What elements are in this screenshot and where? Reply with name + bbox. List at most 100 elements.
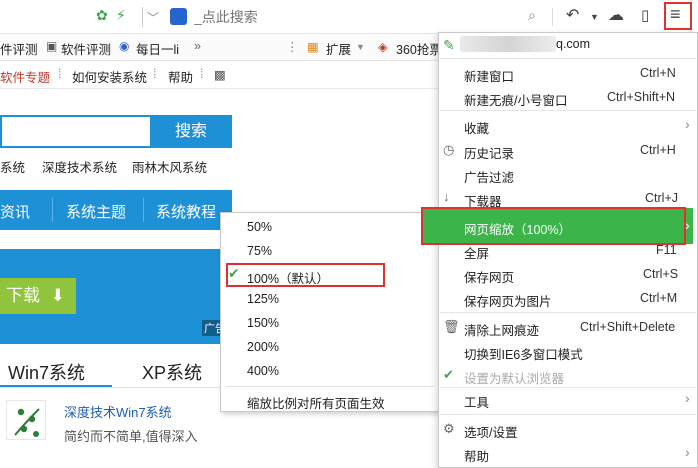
tab-xp[interactable]: XP系统	[142, 359, 202, 385]
menu-item-default-browser[interactable]: 设置为默认浏览器	[464, 368, 564, 387]
deepin-logo[interactable]	[6, 400, 46, 440]
phone-icon[interactable]: ▯	[641, 6, 649, 24]
zoom-option[interactable]: 50%	[247, 220, 272, 234]
menu-item-incognito[interactable]: 新建无痕/小号窗口	[464, 90, 567, 109]
search-tag[interactable]: 雨林木风系统	[132, 157, 207, 176]
ticket-icon: ◈	[378, 40, 388, 54]
chevron-right-icon: ›	[685, 116, 690, 132]
site-search-input[interactable]	[0, 115, 150, 148]
menu-item-save-image[interactable]: 保存网页为图片	[464, 291, 552, 310]
zoom-menu-separator	[226, 386, 434, 387]
zoom-apply-all-option[interactable]: 缩放比例对所有页面生效	[247, 393, 385, 412]
menu-shortcut: Ctrl+S	[643, 267, 679, 281]
bookmark-item[interactable]: 件评测	[0, 39, 38, 58]
menu-shortcut: Ctrl+Shift+Delete	[580, 320, 676, 334]
menu-shortcut: Ctrl+J	[645, 191, 678, 205]
zoom-option[interactable]: 75%	[247, 244, 272, 258]
search-tag[interactable]: 深度技术系统	[42, 157, 117, 176]
category-nav-item[interactable]: 系统教程	[156, 201, 216, 222]
list-item-subtitle: 简约而不简单,值得深入	[64, 429, 198, 444]
list-item-title[interactable]: 深度技术Win7系统	[64, 402, 172, 421]
menu-item-tools[interactable]: 工具	[464, 392, 489, 411]
menu-shortcut: Ctrl+H	[640, 143, 676, 157]
chevron-down-icon[interactable]: ﹀	[147, 9, 159, 26]
category-nav-separator	[52, 198, 53, 222]
clock-icon: ◷	[443, 142, 455, 157]
zoom-option[interactable]: 400%	[247, 364, 279, 378]
bookmark-item[interactable]: 软件评测	[61, 39, 111, 58]
download-arrow-icon: ⬇	[50, 286, 65, 305]
menu-item-ie6-mode[interactable]: 切换到IE6多窗口模式	[464, 344, 583, 363]
more-bookmarks-icon[interactable]: »	[194, 39, 201, 53]
menu-item-save-page[interactable]: 保存网页	[464, 267, 514, 286]
nav-separator: ⁞	[58, 67, 62, 81]
menu-shortcut: Ctrl+Shift+N	[607, 90, 676, 104]
menu-separator	[440, 387, 696, 388]
menu-shortcut: F11	[656, 243, 677, 257]
chevron-down-icon[interactable]: ▼	[356, 42, 365, 52]
trash-icon: 🗑	[443, 319, 460, 334]
address-separator	[142, 7, 143, 27]
menu-item-new-window[interactable]: 新建窗口	[464, 66, 514, 85]
undo-dropdown-icon[interactable]: ▼	[590, 12, 599, 22]
menu-item-clear-traces[interactable]: 清除上网痕迹	[464, 320, 539, 339]
account-icon[interactable]: ✎	[443, 37, 455, 54]
nav-help-link[interactable]: 帮助	[168, 67, 193, 86]
gear-icon: ⚙	[443, 421, 455, 436]
nav-separator: ⁞	[200, 67, 204, 81]
bookmark-item[interactable]: 每日一li	[136, 39, 179, 58]
search-tag[interactable]: 系统	[0, 157, 25, 176]
check-icon: ✔	[443, 367, 454, 382]
nav-install-link[interactable]: 如何安装系统	[72, 67, 147, 86]
extensions-icon: ▦	[307, 40, 319, 54]
search-icon[interactable]: ⌕	[528, 7, 536, 24]
bookmark-item[interactable]: 360抢票	[396, 39, 442, 58]
tab-win7[interactable]: Win7系统	[8, 359, 85, 385]
menu-separator	[440, 414, 696, 415]
zoom-option-annotation	[226, 263, 385, 287]
download-label: 下载	[6, 286, 40, 305]
menu-item-options[interactable]: 选项/设置	[464, 422, 517, 441]
nav-separator: ⁞	[153, 67, 157, 81]
account-domain[interactable]: q.com	[556, 37, 590, 51]
cloud-icon[interactable]: ☁	[608, 5, 624, 25]
menu-shortcut: Ctrl+N	[640, 66, 676, 80]
undo-icon[interactable]: ↶	[566, 5, 579, 25]
zoom-menu-annotation	[421, 207, 686, 245]
menu-item-history[interactable]: 历史记录	[464, 143, 514, 162]
nav-topic-link[interactable]: 软件专题	[0, 67, 50, 86]
bookmark-separator: ⋮	[286, 40, 299, 54]
zoom-option[interactable]: 200%	[247, 340, 279, 354]
menu-separator	[440, 312, 696, 313]
zoom-option[interactable]: 125%	[247, 292, 279, 306]
menu-item-help[interactable]: 帮助	[464, 446, 489, 465]
security-icon[interactable]: ✿	[96, 7, 108, 24]
qr-code-icon[interactable]: ▩	[214, 67, 226, 82]
menu-item-favorites[interactable]: 收藏	[464, 118, 489, 137]
download-button[interactable]: 下载 ⬇	[0, 278, 76, 314]
category-nav-item[interactable]: 资讯	[0, 201, 30, 222]
zoom-submenu	[220, 212, 440, 412]
category-nav-separator	[143, 198, 144, 222]
site-search-button[interactable]: 搜索	[150, 115, 232, 148]
download-icon: ↓	[443, 189, 450, 204]
zoom-option[interactable]: 150%	[247, 316, 279, 330]
search-input[interactable]	[194, 5, 574, 29]
account-name-blurred	[460, 36, 556, 52]
category-nav-item[interactable]: 系统主题	[66, 201, 126, 222]
chevron-right-icon: ›	[685, 390, 690, 406]
menu-item-fullscreen[interactable]: 全屏	[464, 243, 489, 262]
menu-shortcut: Ctrl+M	[640, 291, 678, 305]
menu-separator	[440, 58, 696, 59]
bookmark-icon: ▣	[46, 39, 58, 53]
toolbar-separator	[552, 8, 553, 26]
extensions-button[interactable]: 扩展	[326, 39, 351, 58]
menu-icon[interactable]: ≡	[670, 4, 681, 25]
menu-separator	[440, 110, 696, 111]
bookmark-icon: ◉	[119, 39, 130, 53]
tab-divider	[0, 387, 232, 388]
menu-item-adblock[interactable]: 广告过滤	[464, 167, 514, 186]
chevron-right-icon: ›	[685, 444, 690, 460]
search-engine-icon[interactable]: 🐾	[170, 8, 187, 25]
lightning-icon[interactable]: ⚡	[116, 7, 126, 24]
